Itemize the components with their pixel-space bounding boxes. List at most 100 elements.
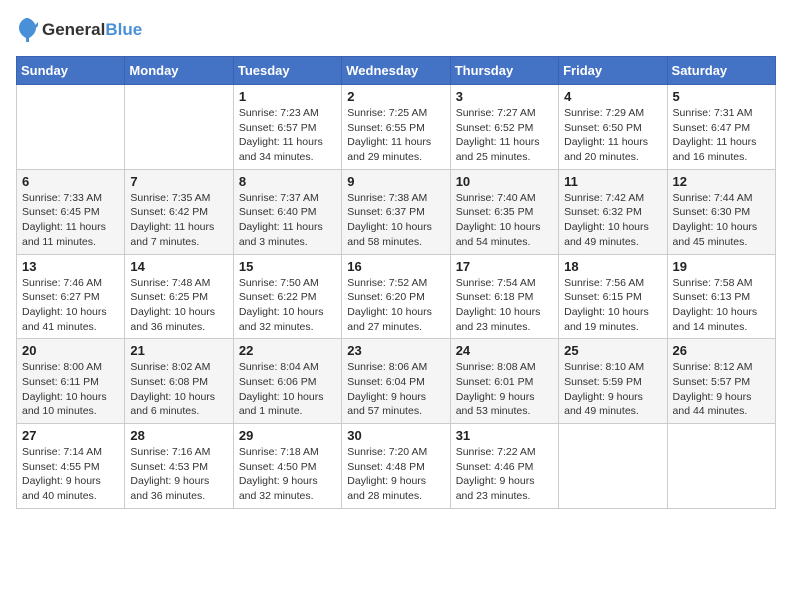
day-number: 9	[347, 174, 444, 189]
day-number: 21	[130, 343, 227, 358]
day-cell: 28 Sunrise: 7:16 AMSunset: 4:53 PMDayligh…	[125, 424, 233, 509]
day-info: Sunrise: 7:25 AMSunset: 6:55 PMDaylight:…	[347, 106, 444, 165]
day-number: 13	[22, 259, 119, 274]
weekday-header-wednesday: Wednesday	[342, 57, 450, 85]
week-row-3: 13 Sunrise: 7:46 AMSunset: 6:27 PMDayligh…	[17, 254, 776, 339]
day-number: 11	[564, 174, 661, 189]
day-info: Sunrise: 7:37 AMSunset: 6:40 PMDaylight:…	[239, 191, 336, 250]
day-info: Sunrise: 7:20 AMSunset: 4:48 PMDaylight:…	[347, 445, 444, 504]
day-info: Sunrise: 7:42 AMSunset: 6:32 PMDaylight:…	[564, 191, 661, 250]
header: GeneralBlue	[16, 16, 776, 44]
day-number: 27	[22, 428, 119, 443]
weekday-header-monday: Monday	[125, 57, 233, 85]
day-cell: 23 Sunrise: 8:06 AMSunset: 6:04 PMDayligh…	[342, 339, 450, 424]
day-cell: 4 Sunrise: 7:29 AMSunset: 6:50 PMDaylight…	[559, 85, 667, 170]
week-row-5: 27 Sunrise: 7:14 AMSunset: 4:55 PMDayligh…	[17, 424, 776, 509]
day-number: 15	[239, 259, 336, 274]
logo-general-text: General	[42, 20, 105, 39]
day-cell: 5Sunrise: 7:31 AMSunset: 6:47 PMDaylight…	[667, 85, 775, 170]
day-cell: 1 Sunrise: 7:23 AMSunset: 6:57 PMDaylight…	[233, 85, 341, 170]
day-number: 18	[564, 259, 661, 274]
week-row-4: 20Sunrise: 8:00 AMSunset: 6:11 PMDayligh…	[17, 339, 776, 424]
day-cell: 18 Sunrise: 7:56 AMSunset: 6:15 PMDayligh…	[559, 254, 667, 339]
day-cell: 6 Sunrise: 7:33 AMSunset: 6:45 PMDaylight…	[17, 169, 125, 254]
day-info: Sunrise: 7:35 AMSunset: 6:42 PMDaylight:…	[130, 191, 227, 250]
logo-blue-text: Blue	[105, 20, 142, 39]
day-cell	[559, 424, 667, 509]
day-cell: 13 Sunrise: 7:46 AMSunset: 6:27 PMDayligh…	[17, 254, 125, 339]
day-cell: 20Sunrise: 8:00 AMSunset: 6:11 PMDayligh…	[17, 339, 125, 424]
day-info: Sunrise: 7:40 AMSunset: 6:35 PMDaylight:…	[456, 191, 553, 250]
day-cell: 26 Sunrise: 8:12 AMSunset: 5:57 PMDayligh…	[667, 339, 775, 424]
day-cell: 3 Sunrise: 7:27 AMSunset: 6:52 PMDaylight…	[450, 85, 558, 170]
day-cell: 31 Sunrise: 7:22 AMSunset: 4:46 PMDayligh…	[450, 424, 558, 509]
day-number: 24	[456, 343, 553, 358]
day-info: Sunrise: 7:58 AMSunset: 6:13 PMDaylight:…	[673, 276, 770, 335]
day-info: Sunrise: 7:54 AMSunset: 6:18 PMDaylight:…	[456, 276, 553, 335]
day-info: Sunrise: 7:52 AMSunset: 6:20 PMDaylight:…	[347, 276, 444, 335]
day-cell: 22Sunrise: 8:04 AMSunset: 6:06 PMDayligh…	[233, 339, 341, 424]
day-info: Sunrise: 7:22 AMSunset: 4:46 PMDaylight:…	[456, 445, 553, 504]
day-number: 3	[456, 89, 553, 104]
day-info: Sunrise: 8:12 AMSunset: 5:57 PMDaylight:…	[673, 360, 770, 419]
day-cell: 19 Sunrise: 7:58 AMSunset: 6:13 PMDayligh…	[667, 254, 775, 339]
day-cell: 25Sunrise: 8:10 AMSunset: 5:59 PMDayligh…	[559, 339, 667, 424]
day-info: Sunrise: 7:18 AMSunset: 4:50 PMDaylight:…	[239, 445, 336, 504]
day-number: 1	[239, 89, 336, 104]
day-info: Sunrise: 8:06 AMSunset: 6:04 PMDaylight:…	[347, 360, 444, 419]
day-number: 28	[130, 428, 227, 443]
day-info: Sunrise: 7:44 AMSunset: 6:30 PMDaylight:…	[673, 191, 770, 250]
day-number: 19	[673, 259, 770, 274]
day-cell: 2 Sunrise: 7:25 AMSunset: 6:55 PMDaylight…	[342, 85, 450, 170]
day-cell	[17, 85, 125, 170]
day-cell: 7 Sunrise: 7:35 AMSunset: 6:42 PMDaylight…	[125, 169, 233, 254]
week-row-1: 1 Sunrise: 7:23 AMSunset: 6:57 PMDaylight…	[17, 85, 776, 170]
weekday-header-saturday: Saturday	[667, 57, 775, 85]
day-info: Sunrise: 7:50 AMSunset: 6:22 PMDaylight:…	[239, 276, 336, 335]
day-info: Sunrise: 8:08 AMSunset: 6:01 PMDaylight:…	[456, 360, 553, 419]
day-info: Sunrise: 7:16 AMSunset: 4:53 PMDaylight:…	[130, 445, 227, 504]
day-info: Sunrise: 7:33 AMSunset: 6:45 PMDaylight:…	[22, 191, 119, 250]
weekday-header-sunday: Sunday	[17, 57, 125, 85]
day-number: 12	[673, 174, 770, 189]
day-info: Sunrise: 7:14 AMSunset: 4:55 PMDaylight:…	[22, 445, 119, 504]
day-cell: 12 Sunrise: 7:44 AMSunset: 6:30 PMDayligh…	[667, 169, 775, 254]
day-cell	[667, 424, 775, 509]
day-cell: 11 Sunrise: 7:42 AMSunset: 6:32 PMDayligh…	[559, 169, 667, 254]
day-number: 7	[130, 174, 227, 189]
day-number: 26	[673, 343, 770, 358]
day-number: 23	[347, 343, 444, 358]
day-info: Sunrise: 8:02 AMSunset: 6:08 PMDaylight:…	[130, 360, 227, 419]
day-info: Sunrise: 7:23 AMSunset: 6:57 PMDaylight:…	[239, 106, 336, 165]
day-cell: 14Sunrise: 7:48 AMSunset: 6:25 PMDayligh…	[125, 254, 233, 339]
day-cell: 17Sunrise: 7:54 AMSunset: 6:18 PMDayligh…	[450, 254, 558, 339]
day-info: Sunrise: 7:46 AMSunset: 6:27 PMDaylight:…	[22, 276, 119, 335]
day-number: 31	[456, 428, 553, 443]
day-number: 4	[564, 89, 661, 104]
day-number: 2	[347, 89, 444, 104]
day-cell	[125, 85, 233, 170]
day-cell: 16 Sunrise: 7:52 AMSunset: 6:20 PMDayligh…	[342, 254, 450, 339]
day-cell: 15 Sunrise: 7:50 AMSunset: 6:22 PMDayligh…	[233, 254, 341, 339]
weekday-header-friday: Friday	[559, 57, 667, 85]
day-number: 29	[239, 428, 336, 443]
day-cell: 21 Sunrise: 8:02 AMSunset: 6:08 PMDayligh…	[125, 339, 233, 424]
logo-bird-icon	[16, 16, 38, 44]
day-number: 16	[347, 259, 444, 274]
day-number: 30	[347, 428, 444, 443]
day-number: 5	[673, 89, 770, 104]
day-number: 8	[239, 174, 336, 189]
weekday-header-row: SundayMondayTuesdayWednesdayThursdayFrid…	[17, 57, 776, 85]
weekday-header-tuesday: Tuesday	[233, 57, 341, 85]
day-cell: 30 Sunrise: 7:20 AMSunset: 4:48 PMDayligh…	[342, 424, 450, 509]
day-info: Sunrise: 7:29 AMSunset: 6:50 PMDaylight:…	[564, 106, 661, 165]
day-info: Sunrise: 7:48 AMSunset: 6:25 PMDaylight:…	[130, 276, 227, 335]
day-number: 6	[22, 174, 119, 189]
day-cell: 9Sunrise: 7:38 AMSunset: 6:37 PMDaylight…	[342, 169, 450, 254]
day-info: Sunrise: 8:04 AMSunset: 6:06 PMDaylight:…	[239, 360, 336, 419]
day-cell: 29 Sunrise: 7:18 AMSunset: 4:50 PMDayligh…	[233, 424, 341, 509]
day-info: Sunrise: 7:27 AMSunset: 6:52 PMDaylight:…	[456, 106, 553, 165]
day-cell: 24 Sunrise: 8:08 AMSunset: 6:01 PMDayligh…	[450, 339, 558, 424]
day-info: Sunrise: 7:56 AMSunset: 6:15 PMDaylight:…	[564, 276, 661, 335]
day-cell: 27 Sunrise: 7:14 AMSunset: 4:55 PMDayligh…	[17, 424, 125, 509]
